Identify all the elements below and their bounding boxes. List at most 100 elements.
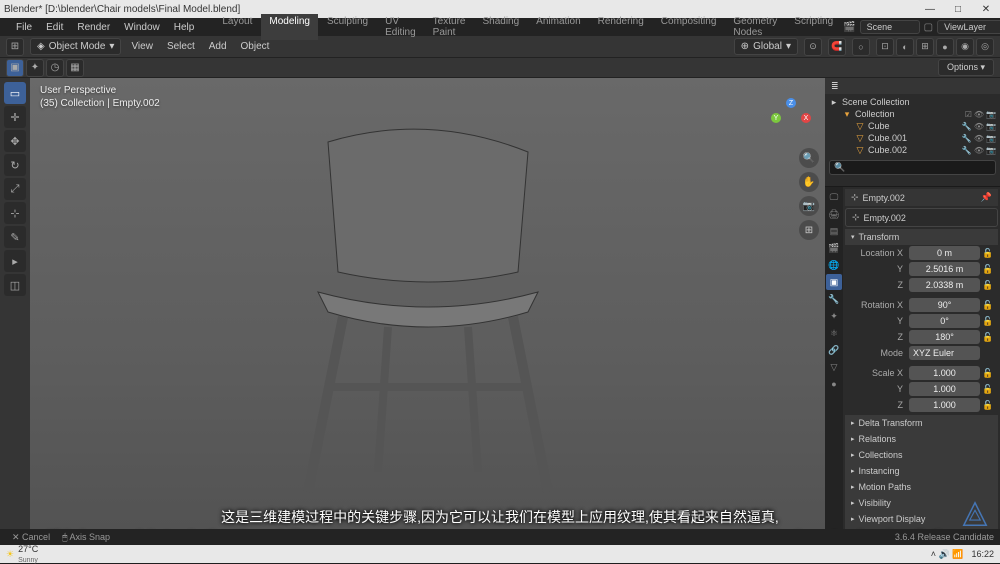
clock[interactable]: 16:22 bbox=[971, 549, 994, 559]
lock-icon[interactable]: 🔓 bbox=[982, 384, 994, 395]
scale-tool[interactable]: ⤢ bbox=[4, 178, 26, 200]
scale-z-input[interactable]: 1.000 bbox=[909, 398, 980, 412]
tab-shading[interactable]: Shading bbox=[474, 14, 527, 40]
tab-texture-paint[interactable]: Texture Paint bbox=[425, 14, 474, 40]
panel-motion-paths[interactable]: Motion Paths bbox=[845, 479, 998, 495]
viewlayer-name-input[interactable] bbox=[937, 20, 1000, 34]
modifier-icon[interactable]: 🔧 bbox=[962, 134, 972, 143]
rotation-x-input[interactable]: 90° bbox=[909, 298, 980, 312]
tree-item-cube[interactable]: ▽ Cube 🔧👁📷 bbox=[829, 120, 996, 132]
panel-collections[interactable]: Collections bbox=[845, 447, 998, 463]
viewport-3d[interactable]: User Perspective (35) Collection | Empty… bbox=[30, 78, 825, 545]
tab-rendering[interactable]: Rendering bbox=[590, 14, 652, 40]
rotation-z-input[interactable]: 180° bbox=[909, 330, 980, 344]
location-y-input[interactable]: 2.5016 m bbox=[909, 262, 980, 276]
menu-object[interactable]: Object bbox=[237, 39, 274, 54]
close-button[interactable]: ✕ bbox=[976, 4, 996, 15]
options-dropdown[interactable]: Options ▾ bbox=[938, 59, 994, 76]
add-cube-tool[interactable]: ◫ bbox=[4, 274, 26, 296]
menu-file[interactable]: File bbox=[10, 20, 38, 35]
orientation-dropdown[interactable]: ⊕ Global ▾ bbox=[734, 38, 798, 55]
render-icon[interactable]: 📷 bbox=[986, 110, 996, 119]
perspective-icon[interactable]: ⊞ bbox=[799, 220, 819, 240]
lock-icon[interactable]: 🔓 bbox=[982, 368, 994, 379]
tab-material[interactable]: ● bbox=[826, 376, 842, 392]
measure-tool[interactable]: ▸ bbox=[4, 250, 26, 272]
tab-modeling[interactable]: Modeling bbox=[261, 14, 318, 40]
scene-name-input[interactable] bbox=[860, 20, 920, 34]
tab-layout[interactable]: Layout bbox=[214, 14, 260, 40]
render-icon[interactable]: 📷 bbox=[986, 146, 996, 155]
panel-delta-transform[interactable]: Delta Transform bbox=[845, 415, 998, 431]
shading-material-icon[interactable]: ◉ bbox=[956, 38, 974, 56]
tab-compositing[interactable]: Compositing bbox=[653, 14, 725, 40]
overlay-icon-3[interactable]: ▦ bbox=[66, 59, 84, 77]
maximize-button[interactable]: □ bbox=[948, 4, 968, 15]
tab-uv-editing[interactable]: UV Editing bbox=[377, 14, 424, 40]
rotation-mode-dropdown[interactable]: XYZ Euler bbox=[909, 346, 980, 360]
gizmo-icon[interactable]: ✦ bbox=[26, 59, 44, 77]
rotation-y-input[interactable]: 0° bbox=[909, 314, 980, 328]
overlay-icon[interactable]: ⊡ bbox=[876, 38, 894, 56]
tab-particles[interactable]: ✦ bbox=[826, 308, 842, 324]
camera-view-icon[interactable]: 📷 bbox=[799, 196, 819, 216]
menu-help[interactable]: Help bbox=[168, 20, 201, 35]
overlay-icon-2[interactable]: ◷ bbox=[46, 59, 64, 77]
tab-scripting[interactable]: Scripting bbox=[786, 14, 841, 40]
tab-physics[interactable]: ⚛ bbox=[826, 325, 842, 341]
tab-world[interactable]: 🌐 bbox=[826, 257, 842, 273]
editor-type-icon[interactable]: ⊞ bbox=[6, 38, 24, 56]
shading-wire-icon[interactable]: ⊞ bbox=[916, 38, 934, 56]
tab-viewlayer[interactable]: ▤ bbox=[826, 223, 842, 239]
location-x-input[interactable]: 0 m bbox=[909, 246, 980, 260]
tab-scene[interactable]: 🎬 bbox=[826, 240, 842, 256]
eye-icon[interactable]: 👁 bbox=[974, 110, 984, 119]
tab-animation[interactable]: Animation bbox=[528, 14, 588, 40]
tree-item-cube001[interactable]: ▽ Cube.001 🔧👁📷 bbox=[829, 132, 996, 144]
menu-select[interactable]: Select bbox=[163, 39, 199, 54]
snap-icon[interactable]: 🧲 bbox=[828, 38, 846, 56]
menu-render[interactable]: Render bbox=[71, 20, 116, 35]
rotate-tool[interactable]: ↻ bbox=[4, 154, 26, 176]
tab-constraints[interactable]: 🔗 bbox=[826, 342, 842, 358]
zoom-icon[interactable]: 🔍 bbox=[799, 148, 819, 168]
pivot-icon[interactable]: ⊙ bbox=[804, 38, 822, 56]
pin-icon[interactable]: 📌 bbox=[981, 192, 992, 203]
tab-geometry-nodes[interactable]: Geometry Nodes bbox=[725, 14, 785, 40]
transform-tool[interactable]: ⊹ bbox=[4, 202, 26, 224]
outliner-search[interactable]: 🔍 bbox=[829, 160, 996, 175]
render-icon[interactable]: 📷 bbox=[986, 122, 996, 131]
scale-y-input[interactable]: 1.000 bbox=[909, 382, 980, 396]
panel-relations[interactable]: Relations bbox=[845, 431, 998, 447]
menu-edit[interactable]: Edit bbox=[40, 20, 69, 35]
select-mode-icon[interactable]: ▣ bbox=[6, 59, 24, 77]
move-tool[interactable]: ✥ bbox=[4, 130, 26, 152]
minimize-button[interactable]: — bbox=[920, 4, 940, 15]
eye-icon[interactable]: 👁 bbox=[974, 146, 984, 155]
eye-icon[interactable]: 👁 bbox=[974, 134, 984, 143]
lock-icon[interactable]: 🔓 bbox=[982, 316, 994, 327]
lock-icon[interactable]: 🔓 bbox=[982, 332, 994, 343]
lock-icon[interactable]: 🔓 bbox=[982, 264, 994, 275]
cursor-tool[interactable]: ✛ bbox=[4, 106, 26, 128]
select-tool[interactable]: ▭ bbox=[4, 82, 26, 104]
modifier-icon[interactable]: 🔧 bbox=[962, 122, 972, 131]
panel-transform-title[interactable]: Transform bbox=[845, 229, 998, 245]
tray-icons[interactable]: ˄ 🔊 📶 bbox=[931, 549, 964, 560]
menu-add[interactable]: Add bbox=[205, 39, 231, 54]
eye-icon[interactable]: 👁 bbox=[974, 122, 984, 131]
modifier-icon[interactable]: 🔧 bbox=[962, 146, 972, 155]
axis-z-icon[interactable]: Z bbox=[786, 98, 796, 108]
tab-render[interactable]: 🖵 bbox=[826, 189, 842, 205]
move-view-icon[interactable]: ✋ bbox=[799, 172, 819, 192]
proportional-icon[interactable]: ○ bbox=[852, 38, 870, 56]
tab-output[interactable]: 🖨 bbox=[826, 206, 842, 222]
annotate-tool[interactable]: ✎ bbox=[4, 226, 26, 248]
mode-dropdown[interactable]: ◈ Object Mode ▾ bbox=[30, 38, 121, 55]
render-icon[interactable]: 📷 bbox=[986, 134, 996, 143]
menu-window[interactable]: Window bbox=[118, 20, 166, 35]
lock-icon[interactable]: 🔓 bbox=[982, 248, 994, 259]
location-z-input[interactable]: 2.0338 m bbox=[909, 278, 980, 292]
shading-rendered-icon[interactable]: ◎ bbox=[976, 38, 994, 56]
lock-icon[interactable]: 🔓 bbox=[982, 400, 994, 411]
